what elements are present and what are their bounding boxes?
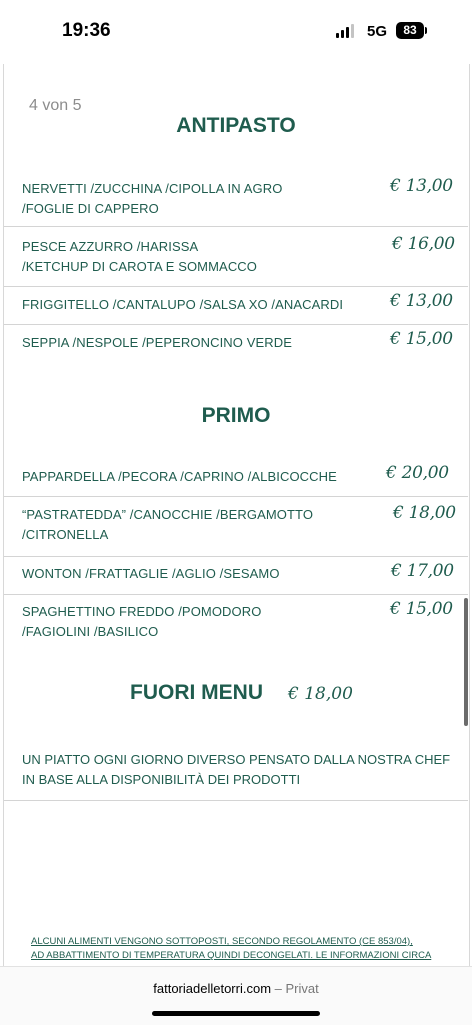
- menu-item-price: € 18,00: [393, 503, 456, 523]
- divider: [4, 800, 468, 801]
- menu-item-price: € 20,00: [386, 463, 449, 483]
- section-title-fuori-menu: FUORI MENU: [130, 681, 263, 704]
- browser-address-bar[interactable]: fattoriadelletorri.com – Privat: [0, 966, 472, 1025]
- menu-item-name: SEPPIA /NESPOLE /PEPERONCINO VERDE: [22, 335, 292, 350]
- menu-item: FRIGGITELLO /CANTALUPO /SALSA XO /ANACAR…: [4, 286, 468, 325]
- network-type: 5G: [367, 23, 388, 40]
- fuori-menu-description: UN PIATTO OGNI GIORNO DIVERSO PENSATO DA…: [22, 752, 451, 787]
- menu-item: WONTON /FRATTAGLIE /AGLIO /SESAMO € 17,0…: [4, 556, 468, 595]
- cellular-signal-icon: [336, 24, 354, 38]
- menu-item-name: PESCE AZZURRO /HARISSA/KETCHUP DI CAROTA…: [22, 239, 258, 274]
- url-display[interactable]: fattoriadelletorri.com – Privat: [0, 981, 472, 996]
- menu-item-name: PAPPARDELLA /PECORA /CAPRINO /ALBICOCCHE: [22, 469, 337, 484]
- menu-item-name: NERVETTI /ZUCCHINA /CIPOLLA IN AGRO/FOGL…: [22, 181, 283, 216]
- battery-icon: 83: [396, 22, 424, 39]
- menu-item-price: € 13,00: [390, 291, 453, 311]
- menu-item-name: “PASTRATEDDA” /CANOCCHIE /BERGAMOTTO/CIT…: [22, 507, 314, 542]
- fuori-menu-price: € 18,00: [288, 684, 353, 704]
- status-bar: 19:36 5G 83: [0, 0, 472, 64]
- menu-item: SPAGHETTINO FREDDO /POMODORO/FAGIOLINI /…: [4, 594, 468, 654]
- url-domain: fattoriadelletorri.com: [153, 981, 272, 996]
- menu-item-name: SPAGHETTINO FREDDO /POMODORO/FAGIOLINI /…: [22, 604, 262, 639]
- menu-item-price: € 17,00: [391, 561, 454, 581]
- section-title-primo: PRIMO: [201, 404, 271, 427]
- menu-item-name: WONTON /FRATTAGLIE /AGLIO /SESAMO: [22, 566, 280, 581]
- menu-item: PESCE AZZURRO /HARISSA/KETCHUP DI CAROTA…: [4, 226, 468, 287]
- menu-item: “PASTRATEDDA” /CANOCCHIE /BERGAMOTTO/CIT…: [4, 496, 468, 557]
- allergen-footnote: ALCUNI ALIMENTI VENGONO SOTTOPOSTI, SECO…: [31, 936, 432, 961]
- page-indicator: 4 von 5: [29, 97, 82, 114]
- menu-item: NERVETTI /ZUCCHINA /CIPOLLA IN AGRO/FOGL…: [4, 168, 468, 227]
- status-time: 19:36: [62, 20, 111, 41]
- menu-item-price: € 15,00: [390, 329, 453, 349]
- private-mode-label: Privat: [285, 981, 319, 996]
- url-separator: –: [271, 981, 286, 996]
- menu-item-price: € 13,00: [390, 176, 453, 196]
- menu-item: PAPPARDELLA /PECORA /CAPRINO /ALBICOCCHE…: [4, 458, 468, 497]
- battery-tip: [425, 27, 427, 34]
- menu-item-price: € 16,00: [392, 234, 455, 254]
- scrollbar-thumb[interactable]: [464, 598, 468, 726]
- menu-item-price: € 15,00: [390, 599, 453, 619]
- menu-item: SEPPIA /NESPOLE /PEPERONCINO VERDE € 15,…: [4, 324, 468, 362]
- home-indicator[interactable]: [152, 1011, 320, 1016]
- section-title-antipasto: ANTIPASTO: [176, 114, 296, 137]
- menu-item-name: FRIGGITELLO /CANTALUPO /SALSA XO /ANACAR…: [22, 297, 344, 312]
